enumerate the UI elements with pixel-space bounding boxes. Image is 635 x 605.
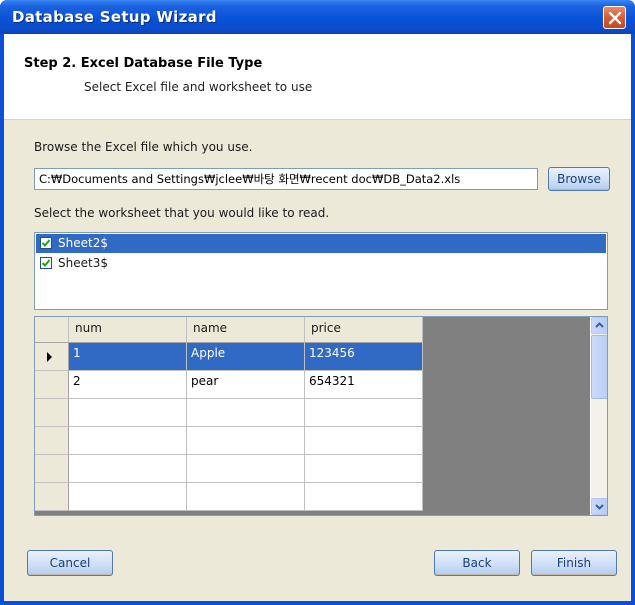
- grid-cell[interactable]: [69, 483, 187, 511]
- worksheet-list[interactable]: Sheet2$ Sheet3$: [34, 232, 608, 310]
- browse-button[interactable]: Browse: [548, 167, 610, 191]
- column-header-name[interactable]: name: [187, 317, 305, 343]
- back-button[interactable]: Back: [434, 550, 520, 576]
- scroll-down-button[interactable]: [591, 498, 607, 515]
- worksheet-checkbox[interactable]: [40, 237, 52, 249]
- grid-cell[interactable]: 654321: [305, 371, 423, 399]
- window-title: Database Setup Wizard: [12, 8, 217, 26]
- row-header[interactable]: [35, 455, 69, 483]
- grid-cell[interactable]: [187, 455, 305, 483]
- scroll-up-button[interactable]: [591, 317, 607, 334]
- grid-vertical-scrollbar[interactable]: [590, 317, 607, 515]
- grid-cell[interactable]: [69, 427, 187, 455]
- grid-cell[interactable]: 123456: [305, 343, 423, 371]
- worksheet-prompt: Select the worksheet that you would like…: [34, 206, 330, 220]
- grid-cell[interactable]: [69, 399, 187, 427]
- checkmark-icon: [41, 259, 51, 267]
- wizard-window: Database Setup Wizard Step 2. Excel Data…: [0, 0, 635, 605]
- grid-cell[interactable]: pear: [187, 371, 305, 399]
- grid-cell[interactable]: Apple: [187, 343, 305, 371]
- grid-cell[interactable]: [305, 399, 423, 427]
- close-button[interactable]: [603, 6, 626, 29]
- chevron-down-icon: [595, 504, 604, 510]
- worksheet-item-sheet3[interactable]: Sheet3$: [36, 254, 606, 273]
- grid-cell[interactable]: [187, 399, 305, 427]
- chevron-up-icon: [595, 322, 604, 328]
- column-header-num[interactable]: num: [69, 317, 187, 343]
- step-title: Step 2. Excel Database File Type: [24, 56, 263, 71]
- worksheet-label: Sheet3$: [58, 256, 108, 270]
- worksheet-item-sheet2[interactable]: Sheet2$: [36, 234, 606, 253]
- dialog-body: Step 2. Excel Database File Type Select …: [4, 34, 631, 601]
- title-bar[interactable]: Database Setup Wizard: [0, 0, 635, 34]
- data-preview-grid[interactable]: num name price 1 Apple 123456 2 pear 654…: [34, 316, 608, 516]
- close-icon: [608, 11, 622, 25]
- row-pointer-icon: [47, 352, 52, 362]
- grid-corner-header: [35, 317, 69, 343]
- row-header[interactable]: [35, 399, 69, 427]
- grid-cell[interactable]: [187, 483, 305, 511]
- finish-button[interactable]: Finish: [531, 550, 617, 576]
- scroll-thumb[interactable]: [591, 335, 607, 399]
- row-header[interactable]: [35, 483, 69, 511]
- grid-cell[interactable]: 2: [69, 371, 187, 399]
- file-prompt: Browse the Excel file which you use.: [34, 140, 253, 154]
- row-header[interactable]: [35, 343, 69, 371]
- grid-cell[interactable]: [187, 427, 305, 455]
- file-path-input[interactable]: [34, 168, 538, 190]
- step-subtitle: Select Excel file and worksheet to use: [84, 80, 313, 94]
- column-header-price[interactable]: price: [305, 317, 423, 343]
- grid-cell[interactable]: [69, 455, 187, 483]
- worksheet-label: Sheet2$: [58, 236, 108, 250]
- step-header: Step 2. Excel Database File Type Select …: [4, 34, 631, 120]
- cancel-button[interactable]: Cancel: [27, 550, 113, 576]
- grid-cell[interactable]: [305, 455, 423, 483]
- grid-cell[interactable]: [305, 483, 423, 511]
- grid-cell[interactable]: 1: [69, 343, 187, 371]
- worksheet-checkbox[interactable]: [40, 257, 52, 269]
- row-header[interactable]: [35, 371, 69, 399]
- row-header[interactable]: [35, 427, 69, 455]
- checkmark-icon: [41, 239, 51, 247]
- grid-cell[interactable]: [305, 427, 423, 455]
